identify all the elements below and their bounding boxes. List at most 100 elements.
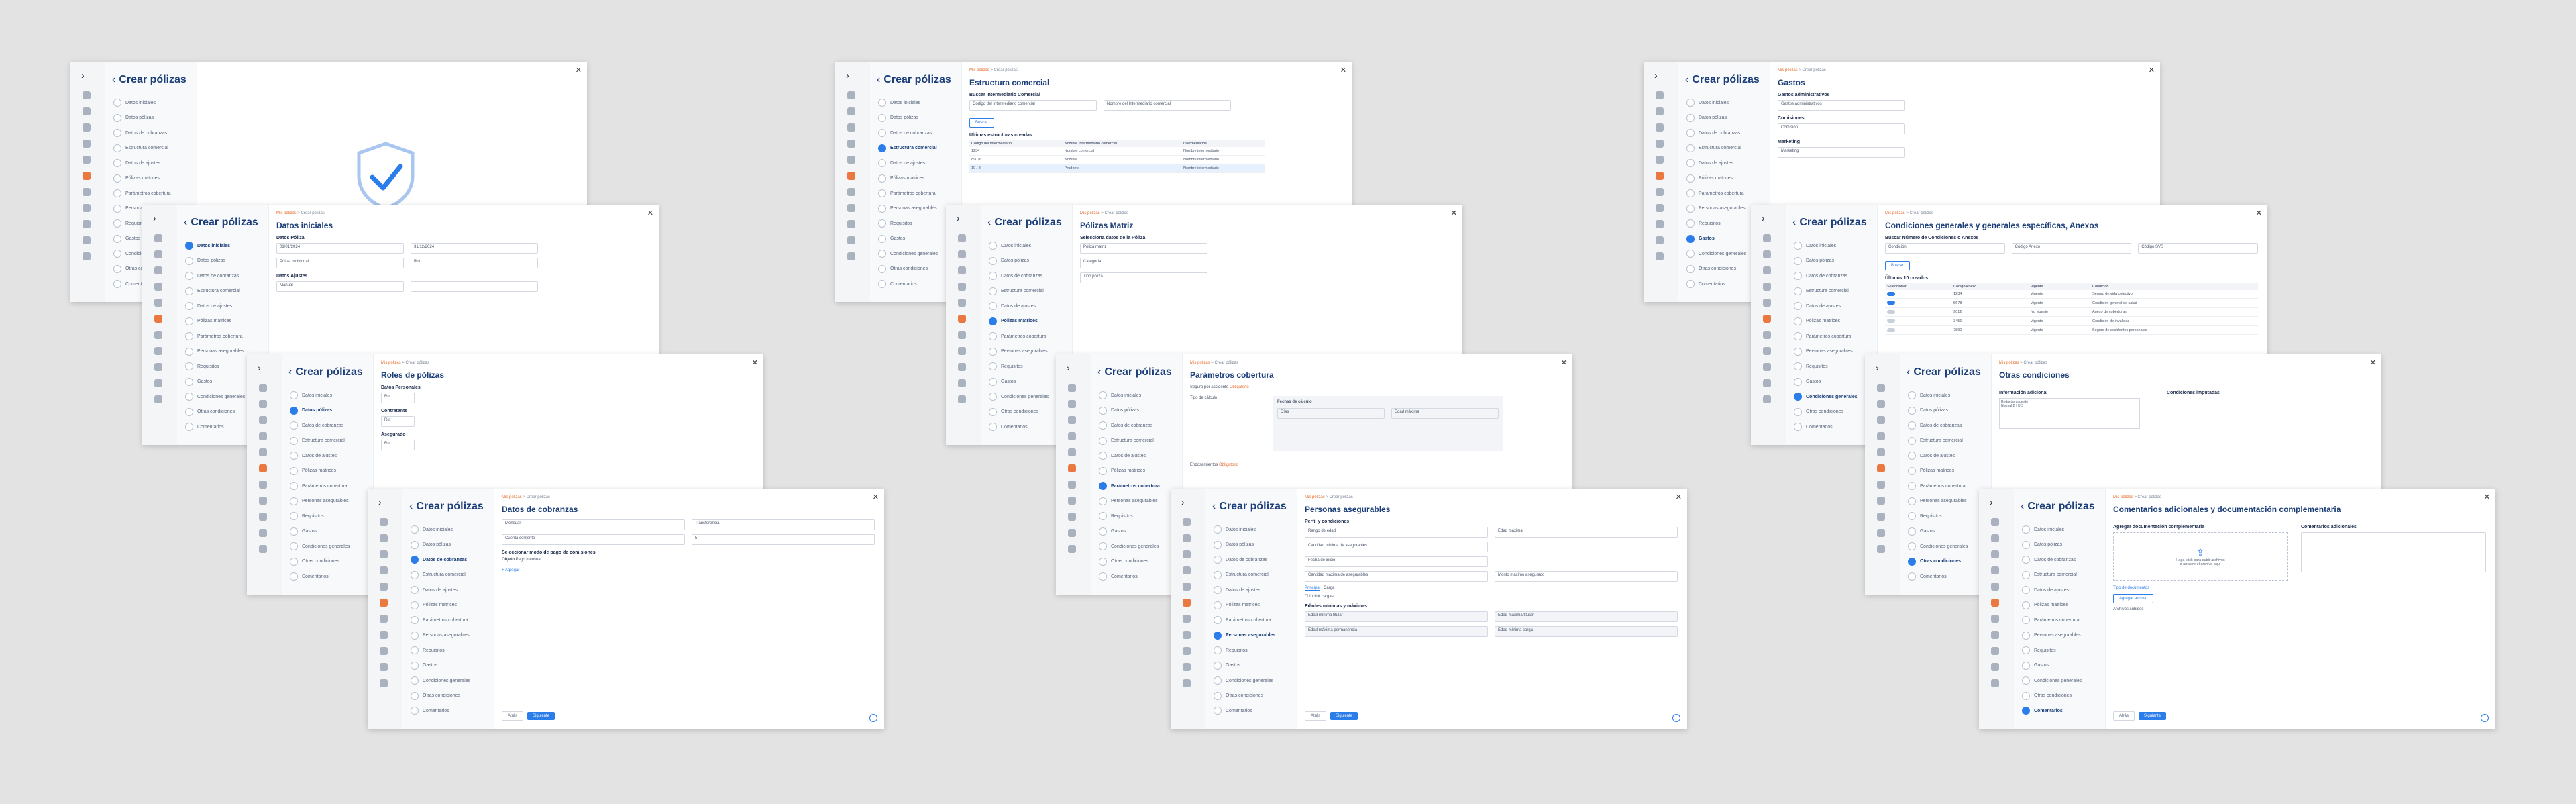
rail-nav-icon[interactable]: [83, 156, 91, 164]
rail-nav-icon[interactable]: [1068, 513, 1076, 521]
rail-nav-icon[interactable]: [380, 534, 388, 542]
sidebar-step[interactable]: Condiciones generales: [290, 539, 370, 554]
upload-dropzone[interactable]: ⇪ Haga click para subir archivos o arrastr…: [2113, 532, 2288, 581]
rail-nav-icon[interactable]: [154, 379, 162, 387]
table-row[interactable]: 7890 Vigente Seguro de accidentes personal…: [1885, 325, 2258, 336]
expand-icon[interactable]: ›: [153, 213, 156, 223]
sidebar-step[interactable]: Requisitos: [2022, 643, 2102, 658]
condition-field[interactable]: Condición: [1885, 243, 2005, 254]
rail-nav-icon[interactable]: [154, 363, 162, 371]
sidebar-step[interactable]: Condiciones generales: [1794, 389, 1874, 405]
rail-nav-icon[interactable]: [1763, 234, 1771, 242]
rail-nav-icon[interactable]: [1656, 220, 1664, 228]
policy-type-field[interactable]: Tipo póliza: [1080, 272, 1208, 283]
sidebar-step[interactable]: Estructura comercial: [113, 141, 194, 156]
sidebar-step[interactable]: Parámetros cobertura: [290, 479, 370, 494]
sidebar-step[interactable]: Otras condiciones: [411, 689, 491, 704]
sidebar-step[interactable]: Estructura comercial: [878, 141, 959, 156]
rail-nav-icon[interactable]: [380, 566, 388, 574]
rail-nav-icon[interactable]: [1877, 529, 1885, 537]
table-row[interactable]: 10 / 8 Prudente Nombre intermediario: [969, 164, 1265, 173]
rail-nav-icon[interactable]: [847, 156, 855, 164]
sidebar-step[interactable]: Parámetros cobertura: [1099, 479, 1179, 494]
rail-nav-icon[interactable]: [1656, 172, 1664, 180]
sidebar-step[interactable]: Datos de ajustes: [411, 583, 491, 598]
help-icon[interactable]: [2481, 714, 2489, 722]
rail-nav-icon[interactable]: [1183, 631, 1191, 639]
sidebar-step[interactable]: Datos iniciales: [878, 95, 959, 111]
sidebar-step[interactable]: Datos iniciales: [1099, 388, 1179, 403]
help-icon[interactable]: [869, 714, 877, 722]
sidebar-step[interactable]: Personas asegurables: [411, 628, 491, 644]
rail-nav-icon[interactable]: [958, 379, 966, 387]
sidebar-step[interactable]: Otras condiciones: [1908, 554, 1988, 570]
rail-nav-icon[interactable]: [380, 663, 388, 671]
payment-method-field[interactable]: Cuenta corriente: [502, 534, 685, 545]
sidebar-step[interactable]: Datos de ajustes: [1099, 448, 1179, 464]
rail-nav-icon[interactable]: [1991, 631, 1999, 639]
personal-rut-field[interactable]: Rut: [381, 393, 415, 403]
sidebar-step[interactable]: Estructura comercial: [1099, 434, 1179, 449]
expand-icon[interactable]: ›: [957, 213, 960, 223]
rail-nav-icon[interactable]: [1877, 384, 1885, 392]
rail-nav-icon[interactable]: [1877, 481, 1885, 489]
rail-nav-icon[interactable]: [1763, 395, 1771, 403]
sidebar-step[interactable]: Datos de cobranzas: [1099, 418, 1179, 434]
sidebar-step[interactable]: Datos de ajustes: [1686, 156, 1767, 171]
sidebar-step[interactable]: Otras condiciones: [1099, 554, 1179, 570]
rail-nav-icon[interactable]: [259, 481, 267, 489]
sidebar-step[interactable]: Condiciones generales: [411, 673, 491, 689]
sidebar-step[interactable]: Pólizas matrices: [989, 314, 1069, 330]
rail-nav-icon[interactable]: [958, 363, 966, 371]
rail-nav-icon[interactable]: [154, 266, 162, 274]
sidebar-step[interactable]: Datos de cobranzas: [185, 268, 266, 284]
sidebar-step[interactable]: Parámetros cobertura: [1686, 186, 1767, 201]
rail-nav-icon[interactable]: [1877, 513, 1885, 521]
rail-nav-icon[interactable]: [1183, 599, 1191, 607]
max-age-holder-field[interactable]: Edad máxima titular: [1495, 611, 1678, 622]
sidebar-step[interactable]: Datos pólizas: [290, 403, 370, 419]
sidebar-step[interactable]: Comentarios: [2022, 703, 2102, 719]
rail-nav-icon[interactable]: [1991, 679, 1999, 687]
rail-nav-icon[interactable]: [1656, 236, 1664, 244]
sidebar-step[interactable]: Estructura comercial: [989, 284, 1069, 299]
sidebar-step[interactable]: Pólizas matrices: [1686, 171, 1767, 187]
sidebar-step[interactable]: Condiciones generales: [1908, 539, 1988, 554]
rail-nav-icon[interactable]: [1877, 464, 1885, 472]
sidebar-step[interactable]: Condiciones generales: [2022, 673, 2102, 689]
sidebar-step[interactable]: Estructura comercial: [2022, 568, 2102, 583]
sidebar-step[interactable]: Datos de cobranzas: [1214, 552, 1294, 568]
toggle-switch[interactable]: [1887, 319, 1895, 323]
sidebar-step[interactable]: Datos pólizas: [2022, 538, 2102, 553]
rail-nav-icon[interactable]: [958, 395, 966, 403]
expand-icon[interactable]: ›: [846, 70, 849, 81]
sidebar-step[interactable]: Requisitos: [1908, 509, 1988, 524]
sidebar-step[interactable]: Requisitos: [1099, 509, 1179, 524]
rail-nav-icon[interactable]: [1068, 432, 1076, 440]
rail-nav-icon[interactable]: [83, 91, 91, 99]
annex-code-field[interactable]: Código Anexo: [2011, 243, 2132, 254]
rail-nav-icon[interactable]: [259, 416, 267, 424]
intermediary-code-field[interactable]: Código del Intermediario comercial: [969, 100, 1097, 111]
sidebar-step[interactable]: Datos de cobranzas: [1686, 125, 1767, 141]
sidebar-step[interactable]: Datos de ajustes: [1794, 299, 1874, 314]
rail-nav-icon[interactable]: [1763, 379, 1771, 387]
sidebar-step[interactable]: Parámetros cobertura: [989, 329, 1069, 344]
sidebar-step[interactable]: Datos de ajustes: [878, 156, 959, 171]
sidebar-step[interactable]: Comentarios: [1214, 703, 1294, 719]
sidebar-step[interactable]: Datos iniciales: [1686, 95, 1767, 111]
sidebar-step[interactable]: Datos pólizas: [1794, 254, 1874, 269]
rail-nav-icon[interactable]: [1068, 416, 1076, 424]
rail-nav-icon[interactable]: [847, 236, 855, 244]
sidebar-step[interactable]: Pólizas matrices: [411, 598, 491, 613]
rail-nav-icon[interactable]: [1068, 529, 1076, 537]
endorsements-section[interactable]: Endosamientos Obligatorio: [1190, 463, 1563, 467]
rail-nav-icon[interactable]: [259, 432, 267, 440]
sidebar-step[interactable]: Datos pólizas: [878, 111, 959, 126]
sidebar-step[interactable]: Pólizas matrices: [878, 171, 959, 187]
sidebar-step[interactable]: Gastos: [1908, 524, 1988, 540]
close-icon[interactable]: ✕: [576, 66, 582, 74]
rail-nav-icon[interactable]: [958, 266, 966, 274]
sidebar-step[interactable]: Datos pólizas: [1686, 111, 1767, 126]
start-date-field[interactable]: Fecha de inicio: [1305, 556, 1488, 567]
